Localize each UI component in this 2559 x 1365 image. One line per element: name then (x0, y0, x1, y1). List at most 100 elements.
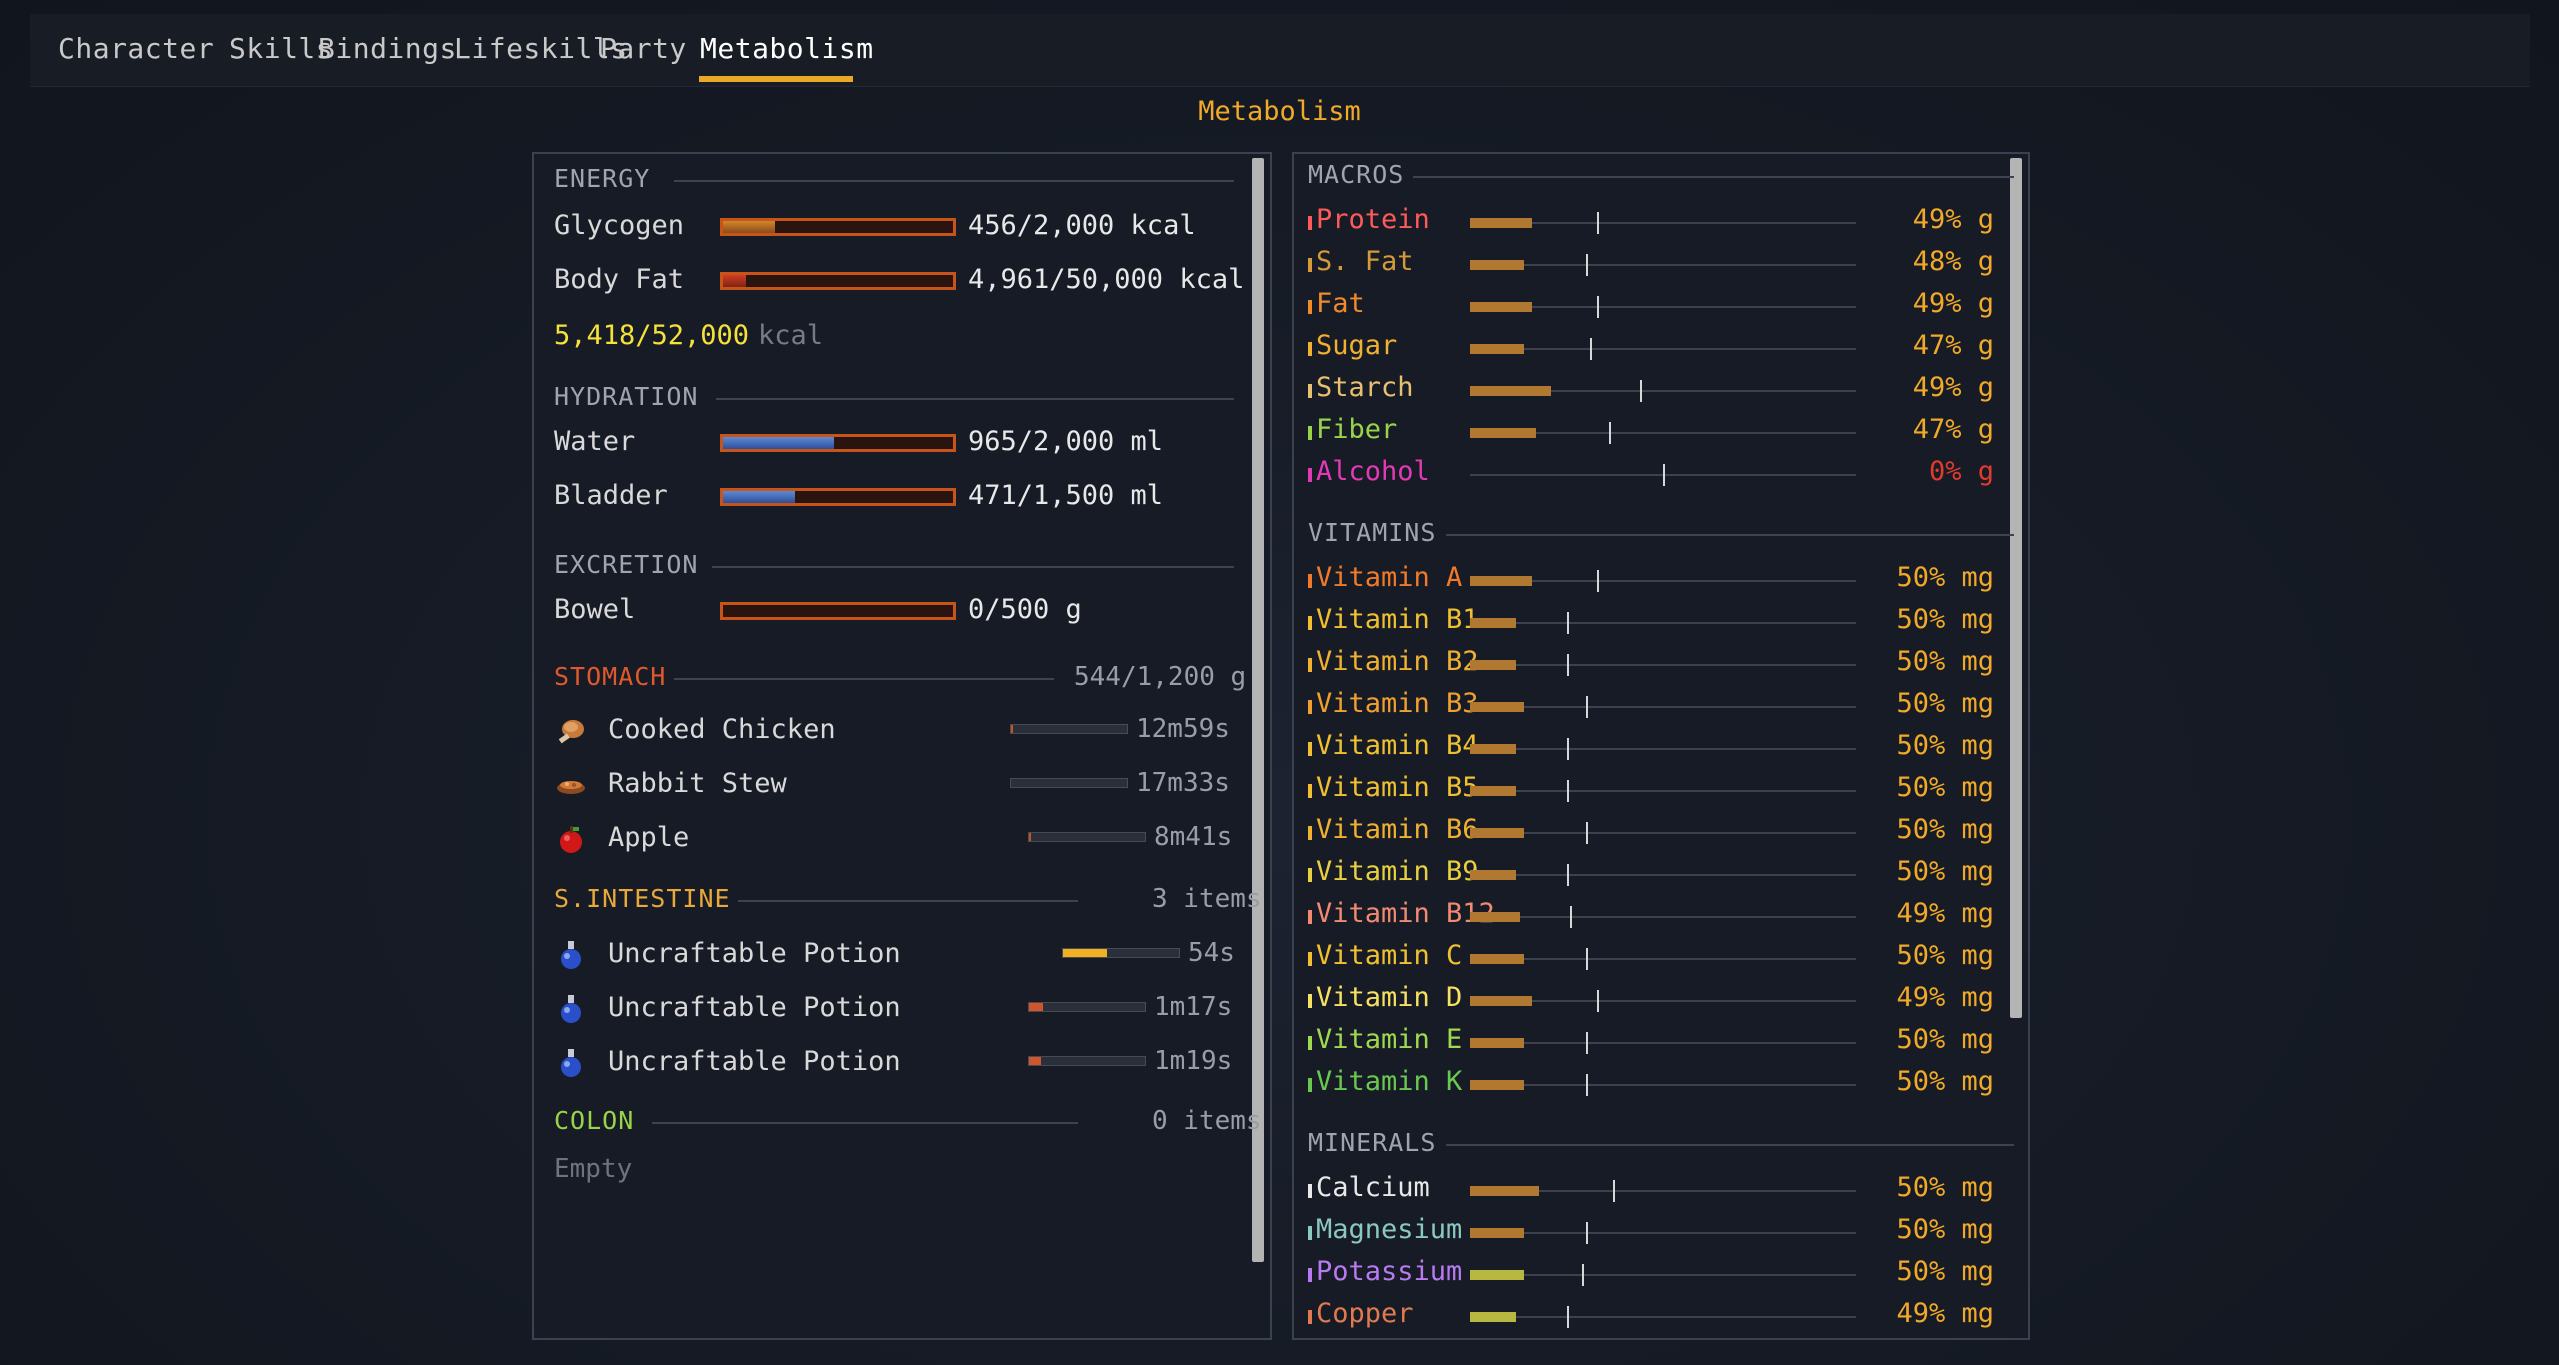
vitamin-b9-value: 50% mg (1896, 856, 1994, 887)
vitamin-b12-label: Vitamin B12 (1316, 898, 1495, 929)
potassium-value: 50% mg (1896, 1256, 1994, 1287)
divider (674, 678, 1054, 680)
vitamin-b6-label: Vitamin B6 (1316, 814, 1479, 845)
vitamin-d-value: 49% mg (1896, 982, 1994, 1013)
fiber-label: Fiber (1316, 414, 1398, 445)
stomach-summary: 544/1,200 g (1074, 662, 1247, 692)
divider (1446, 534, 2014, 536)
stomach-section-title: STOMACH (554, 662, 667, 691)
vitamin-b2-marker (1308, 658, 1312, 672)
digest-time: 8m41s (1154, 822, 1233, 852)
vitamin-b3-label: Vitamin B3 (1316, 688, 1479, 719)
vitamin-a-value: 50% mg (1896, 562, 1994, 593)
body-fat-bar (720, 272, 956, 290)
colon-empty-text: Empty (554, 1154, 633, 1184)
intestine-item-label: Uncraftable Potion (608, 938, 901, 969)
tab-metabolism[interactable]: Metabolism (700, 32, 874, 65)
copper-fill (1470, 1312, 1517, 1322)
magnesium-marker (1308, 1226, 1312, 1240)
digest-time: 17m33s (1136, 768, 1230, 798)
bladder-label: Bladder (554, 480, 668, 511)
copper-value: 49% mg (1896, 1298, 1994, 1329)
starch-fill (1470, 386, 1552, 396)
vitamin-e-label: Vitamin E (1316, 1024, 1463, 1055)
glycogen-bar (720, 218, 956, 236)
vitamin-d-label: Vitamin D (1316, 982, 1463, 1013)
potassium-target-tick (1581, 1264, 1584, 1286)
colon-summary: 0 items (1152, 1106, 1262, 1136)
absorb-time: 54s (1188, 938, 1235, 968)
digest-time: 12m59s (1136, 714, 1230, 744)
vitamin-b9-fill (1470, 870, 1517, 880)
vitamin-b4-fill (1470, 744, 1517, 754)
tab-bindings[interactable]: Bindings (318, 32, 457, 65)
vitamin-b6-target-tick (1585, 822, 1588, 844)
sugar-fill (1470, 344, 1525, 354)
copper-track (1470, 1316, 1856, 1318)
copper-target-tick (1566, 1306, 1569, 1328)
sugar-value: 47% g (1912, 330, 1994, 361)
vitamin-d-fill (1470, 996, 1532, 1006)
body-fat-label: Body Fat (554, 264, 685, 295)
s-fat-track (1470, 264, 1856, 266)
digest-timer-fill (1011, 725, 1014, 733)
vitamin-c-marker (1308, 952, 1312, 966)
vitamin-b1-track (1470, 622, 1856, 624)
vitamin-b3-value: 50% mg (1896, 688, 1994, 719)
fiber-value: 47% g (1912, 414, 1994, 445)
intestine-summary: 3 items (1152, 884, 1262, 914)
vitamin-c-label: Vitamin C (1316, 940, 1463, 971)
tab-party[interactable]: Party (600, 32, 687, 65)
fiber-fill (1470, 428, 1536, 438)
s-fat-marker (1308, 258, 1312, 272)
glycogen-bar-fill (723, 221, 776, 233)
calcium-fill (1470, 1186, 1540, 1196)
fat-value: 49% g (1912, 288, 1994, 319)
copper-label: Copper (1316, 1298, 1414, 1329)
vitamin-b6-value: 50% mg (1896, 814, 1994, 845)
absorb-timer-bar (1028, 1056, 1146, 1066)
tab-bar: Character Skills Bindings Lifeskills Par… (30, 14, 2530, 87)
glycogen-value: 456/2,000 kcal (968, 210, 1196, 241)
vitamin-b4-track (1470, 748, 1856, 750)
fiber-target-tick (1608, 422, 1611, 444)
magnesium-label: Magnesium (1316, 1214, 1463, 1245)
absorb-timer-bar (1062, 948, 1180, 958)
vitamin-b2-track (1470, 664, 1856, 666)
copper-marker (1308, 1310, 1312, 1324)
hydration-section-title: HYDRATION (554, 382, 699, 411)
potassium-track (1470, 1274, 1856, 1276)
vitamin-a-target-tick (1597, 570, 1600, 592)
water-bar (720, 434, 956, 452)
vitamin-b5-track (1470, 790, 1856, 792)
vitamin-k-target-tick (1585, 1074, 1588, 1096)
absorb-time: 1m19s (1154, 1046, 1233, 1076)
intestine-item-label: Uncraftable Potion (608, 992, 901, 1023)
s-fat-fill (1470, 260, 1525, 270)
left-scrollbar[interactable] (1252, 158, 1264, 1262)
vitamin-c-fill (1470, 954, 1525, 964)
protein-value: 49% g (1912, 204, 1994, 235)
magnesium-value: 50% mg (1896, 1214, 1994, 1245)
s-fat-label: S. Fat (1316, 246, 1414, 277)
digest-timer-bar (1010, 724, 1128, 734)
vitamin-e-fill (1470, 1038, 1525, 1048)
bowel-bar (720, 602, 956, 620)
body-fat-bar-fill (723, 275, 746, 287)
magnesium-track (1470, 1232, 1856, 1234)
calcium-marker (1308, 1184, 1312, 1198)
potion-icon (561, 1049, 581, 1077)
vitamin-b3-target-tick (1585, 696, 1588, 718)
tab-character[interactable]: Character (58, 32, 214, 65)
active-tab-indicator (699, 76, 853, 82)
right-scrollbar[interactable] (2010, 158, 2022, 1018)
vitamin-b4-value: 50% mg (1896, 730, 1994, 761)
divider (712, 566, 1234, 568)
vitamin-b12-track (1470, 916, 1856, 918)
vitamin-k-track (1470, 1084, 1856, 1086)
intestine-item-label: Uncraftable Potion (608, 1046, 901, 1077)
s-fat-value: 48% g (1912, 246, 1994, 277)
bowel-value: 0/500 g (968, 594, 1082, 625)
water-label: Water (554, 426, 636, 457)
vitamin-b12-value: 49% mg (1896, 898, 1994, 929)
